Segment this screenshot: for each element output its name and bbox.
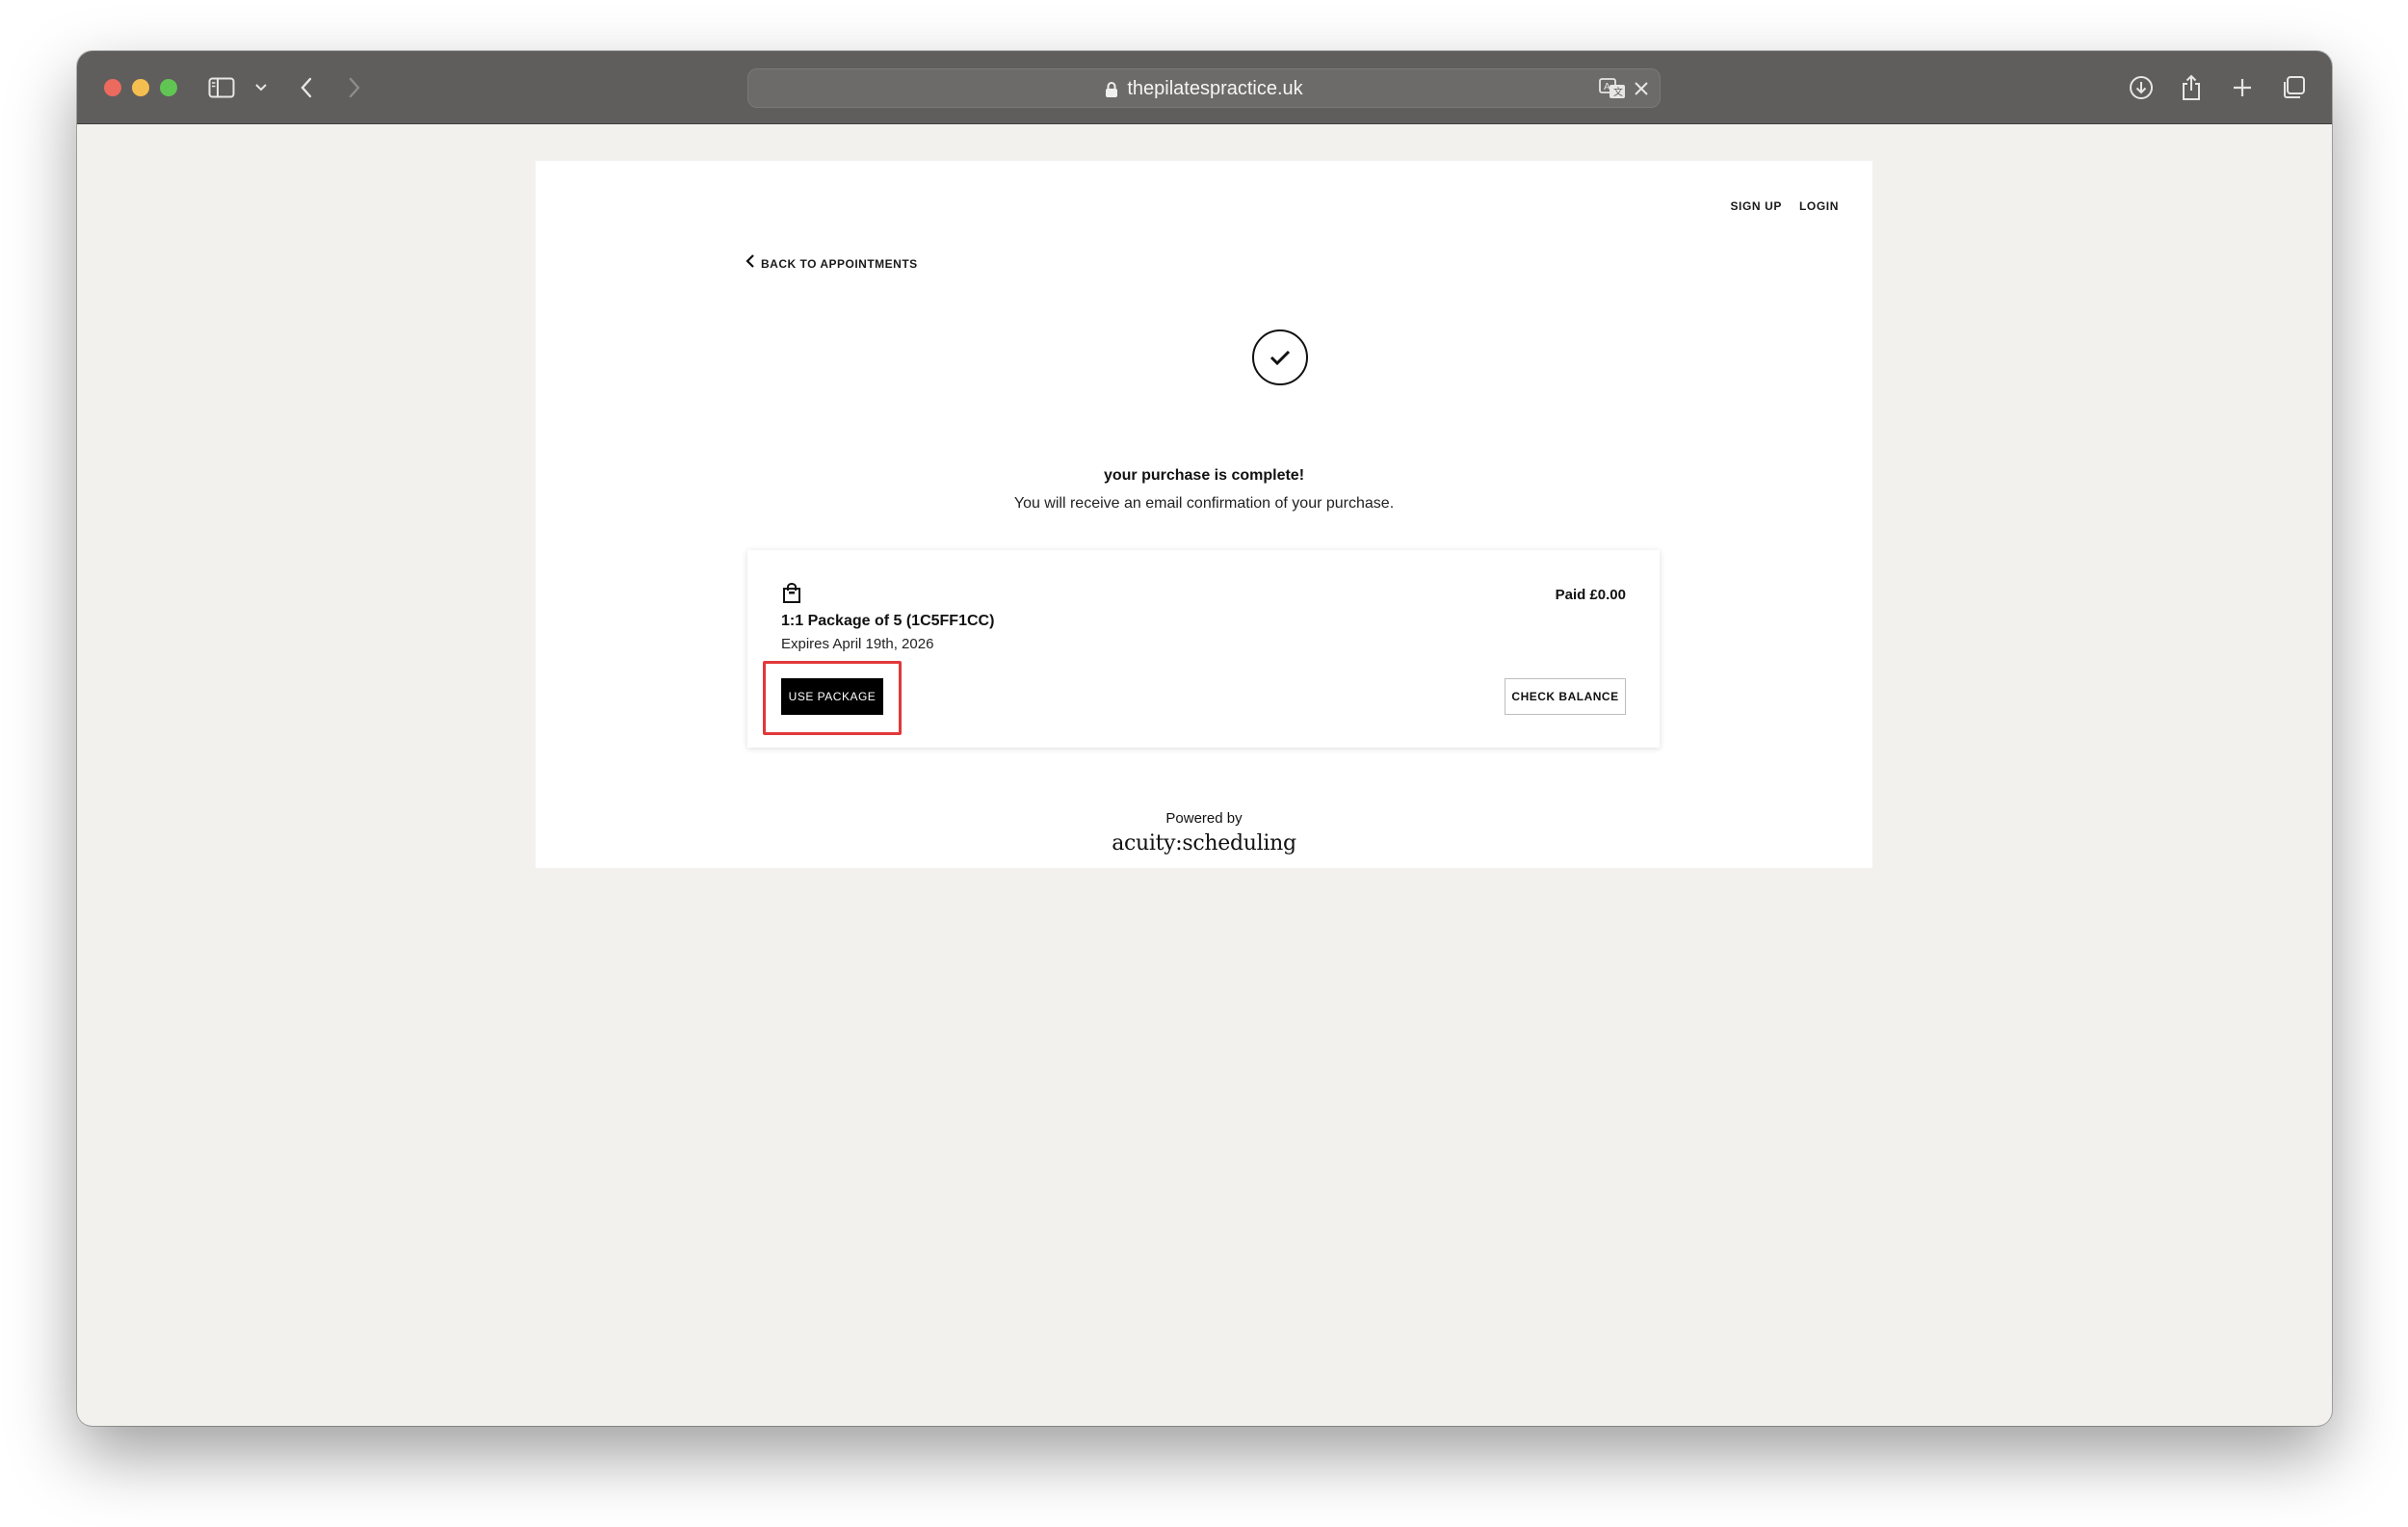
back-to-appointments-link[interactable]: BACK TO APPOINTMENTS (746, 253, 918, 274)
back-icon[interactable] (295, 70, 318, 105)
package-expiry: Expires April 19th, 2026 (781, 636, 934, 652)
chevron-left-icon (746, 253, 755, 274)
zoom-window-button[interactable] (160, 79, 177, 96)
sign-up-link[interactable]: SIGN UP (1730, 199, 1782, 213)
package-card: 1:1 Package of 5 (1C5FF1CC) Expires Apri… (747, 550, 1660, 748)
browser-toolbar: thepilatespractice.uk A 文 (77, 51, 2332, 124)
browser-window: thepilatespractice.uk A 文 SIGN UP LOGIN … (77, 51, 2332, 1426)
check-balance-button[interactable]: CHECK BALANCE (1505, 678, 1626, 715)
minimize-window-button[interactable] (132, 79, 149, 96)
chevron-down-icon[interactable] (252, 70, 270, 105)
account-links: SIGN UP LOGIN (1730, 199, 1839, 213)
share-icon[interactable] (2177, 70, 2206, 105)
powered-by-label: Powered by (1165, 810, 1243, 827)
lock-icon (1105, 81, 1118, 98)
shopping-bag-icon (782, 583, 801, 609)
url-text: thepilatespractice.uk (1127, 78, 1303, 99)
forward-icon[interactable] (343, 70, 366, 105)
package-title: 1:1 Package of 5 (1C5FF1CC) (781, 613, 995, 629)
checkmark-icon (1252, 329, 1308, 385)
use-package-button[interactable]: USE PACKAGE (781, 678, 883, 715)
back-link-label: BACK TO APPOINTMENTS (761, 256, 918, 271)
svg-text:文: 文 (1613, 86, 1623, 98)
address-bar[interactable]: thepilatespractice.uk A 文 (747, 68, 1661, 108)
confirmation-headline: your purchase is complete! (1103, 467, 1305, 484)
sidebar-icon[interactable] (206, 70, 237, 105)
desktop: thepilatespractice.uk A 文 SIGN UP LOGIN … (0, 0, 2408, 1527)
svg-text:A: A (1604, 82, 1610, 92)
tabs-overview-icon[interactable] (2279, 70, 2308, 105)
confirmation-subline: You will receive an email confirmation o… (1013, 495, 1395, 512)
acuity-logo[interactable]: acuity:scheduling (536, 831, 1872, 856)
scheduling-page: SIGN UP LOGIN BACK TO APPOINTMENTS your … (536, 161, 1872, 868)
paid-amount: Paid £0.00 (1555, 587, 1626, 603)
download-icon[interactable] (2127, 70, 2156, 105)
translate-icon[interactable]: A 文 (1598, 77, 1627, 105)
close-window-button[interactable] (104, 79, 121, 96)
login-link[interactable]: LOGIN (1799, 199, 1839, 213)
close-icon[interactable] (1633, 80, 1650, 102)
plus-icon[interactable] (2228, 70, 2257, 105)
